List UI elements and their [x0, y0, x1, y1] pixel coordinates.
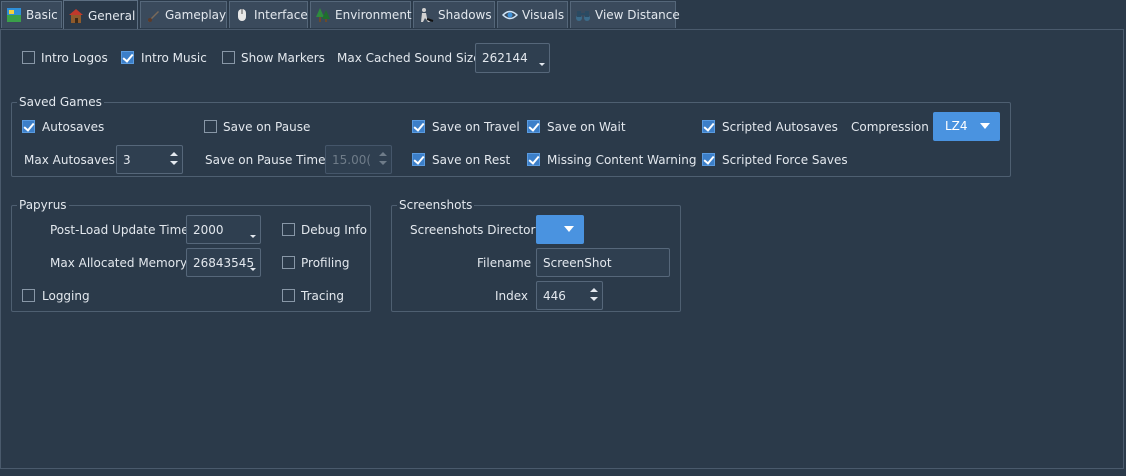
max-allocated-memory-combo[interactable]: 26843545: [186, 248, 261, 277]
tab-bar: Basic General Gameplay Interface Environ…: [0, 0, 1126, 30]
tab-basic-label: Basic: [26, 8, 58, 22]
max-cached-sound-size-combo[interactable]: 262144: [475, 43, 550, 73]
tracing-checkbox[interactable]: [282, 289, 295, 302]
spin-down-icon[interactable]: [170, 161, 178, 165]
max-allocated-memory-label: Max Allocated Memory: [50, 256, 188, 270]
compression-label: Compression: [851, 120, 929, 134]
save-on-rest-label: Save on Rest: [432, 153, 511, 167]
binoculars-icon: [575, 7, 591, 23]
papyrus-title: Papyrus: [17, 198, 69, 212]
tracing-label: Tracing: [301, 289, 345, 303]
index-value: 446: [543, 289, 566, 303]
tab-basic[interactable]: Basic: [1, 1, 62, 28]
autosaves-label: Autosaves: [42, 120, 105, 134]
save-on-pause-label: Save on Pause: [223, 120, 311, 134]
intro-music-label: Intro Music: [141, 51, 207, 65]
screenshots-title: Screenshots: [397, 198, 475, 212]
chevron-down-icon: [539, 63, 545, 66]
missing-content-warning-label: Missing Content Warning: [547, 153, 697, 167]
spin-up-icon[interactable]: [379, 152, 387, 156]
save-on-wait-checkbox[interactable]: [527, 120, 540, 133]
post-load-update-time-combo[interactable]: 2000: [186, 215, 261, 244]
logging-label: Logging: [42, 289, 90, 303]
missing-content-warning-checkbox[interactable]: [527, 153, 540, 166]
tab-interface[interactable]: Interface: [229, 1, 308, 28]
house-icon: [68, 8, 84, 24]
show-markers-label: Show Markers: [241, 51, 325, 65]
save-on-pause-timer-value: 15.00(: [332, 153, 372, 167]
tab-view-distance-label: View Distance: [595, 8, 680, 22]
gameplay-icon: [145, 7, 161, 23]
max-autosaves-value: 3: [123, 153, 131, 167]
tab-view-distance[interactable]: View Distance: [570, 1, 680, 28]
intro-music-checkbox[interactable]: [121, 51, 134, 64]
post-load-update-time-value: 2000: [193, 223, 224, 237]
logging-checkbox[interactable]: [22, 289, 35, 302]
chevron-down-icon: [250, 235, 256, 238]
mouse-icon: [234, 7, 250, 23]
tab-environment-label: Environment: [335, 8, 412, 22]
save-on-pause-timer-label: Save on Pause Timer: [205, 153, 331, 167]
profiling-checkbox[interactable]: [282, 256, 295, 269]
max-cached-sound-size-value: 262144: [482, 51, 528, 65]
saved-games-title: Saved Games: [17, 95, 104, 109]
spin-down-icon[interactable]: [590, 297, 598, 301]
filename-value: ScreenShot: [543, 256, 612, 270]
tab-visuals-label: Visuals: [522, 8, 565, 22]
scripted-autosaves-checkbox[interactable]: [702, 120, 715, 133]
tab-visuals[interactable]: Visuals: [497, 1, 568, 28]
save-on-travel-checkbox[interactable]: [412, 120, 425, 133]
save-on-pause-timer-spinbox[interactable]: 15.00(: [325, 145, 392, 174]
chevron-down-icon: [564, 226, 574, 232]
basic-icon: [6, 7, 22, 23]
max-autosaves-label: Max Autosaves: [24, 153, 115, 167]
save-on-pause-checkbox[interactable]: [204, 120, 217, 133]
spin-up-icon[interactable]: [170, 152, 178, 156]
max-autosaves-spinbox[interactable]: 3: [116, 145, 183, 174]
tab-environment[interactable]: Environment: [310, 1, 412, 28]
compression-value: LZ4: [945, 119, 968, 133]
tab-interface-label: Interface: [254, 8, 308, 22]
trees-icon: [315, 7, 331, 23]
spin-down-icon[interactable]: [379, 161, 387, 165]
show-markers-checkbox[interactable]: [222, 51, 235, 64]
chevron-down-icon: [980, 123, 990, 129]
compression-dropdown[interactable]: LZ4: [933, 112, 1000, 141]
tab-shadows-label: Shadows: [438, 8, 492, 22]
index-spinbox[interactable]: 446: [536, 281, 603, 310]
filename-label: Filename: [477, 256, 532, 270]
filename-input[interactable]: ScreenShot: [536, 248, 670, 277]
post-load-update-time-label: Post-Load Update Time: [50, 223, 189, 237]
screenshots-directory-label: Screenshots Directory: [410, 223, 543, 237]
intro-logos-checkbox[interactable]: [22, 51, 35, 64]
debug-info-label: Debug Info: [301, 223, 367, 237]
max-allocated-memory-value: 26843545: [193, 256, 255, 270]
max-cached-sound-size-label: Max Cached Sound Size: [337, 51, 481, 65]
scripted-autosaves-label: Scripted Autosaves: [722, 120, 838, 134]
chevron-down-icon: [250, 268, 256, 271]
tab-general[interactable]: General: [63, 0, 138, 30]
tab-gameplay-label: Gameplay: [165, 8, 227, 22]
intro-logos-label: Intro Logos: [41, 51, 108, 65]
scripted-force-saves-label: Scripted Force Saves: [722, 153, 848, 167]
shadow-figure-icon: [418, 7, 434, 23]
eye-icon: [501, 7, 519, 23]
save-on-wait-label: Save on Wait: [547, 120, 626, 134]
scripted-force-saves-checkbox[interactable]: [702, 153, 715, 166]
autosaves-checkbox[interactable]: [22, 120, 35, 133]
profiling-label: Profiling: [301, 256, 350, 270]
save-on-travel-label: Save on Travel: [432, 120, 520, 134]
save-on-rest-checkbox[interactable]: [412, 153, 425, 166]
index-label: Index: [495, 289, 529, 303]
tab-shadows[interactable]: Shadows: [413, 1, 495, 28]
debug-info-checkbox[interactable]: [282, 223, 295, 236]
screenshots-directory-dropdown[interactable]: [536, 215, 584, 244]
tab-gameplay[interactable]: Gameplay: [140, 1, 227, 28]
tab-general-label: General: [88, 8, 136, 23]
spin-up-icon[interactable]: [590, 288, 598, 292]
